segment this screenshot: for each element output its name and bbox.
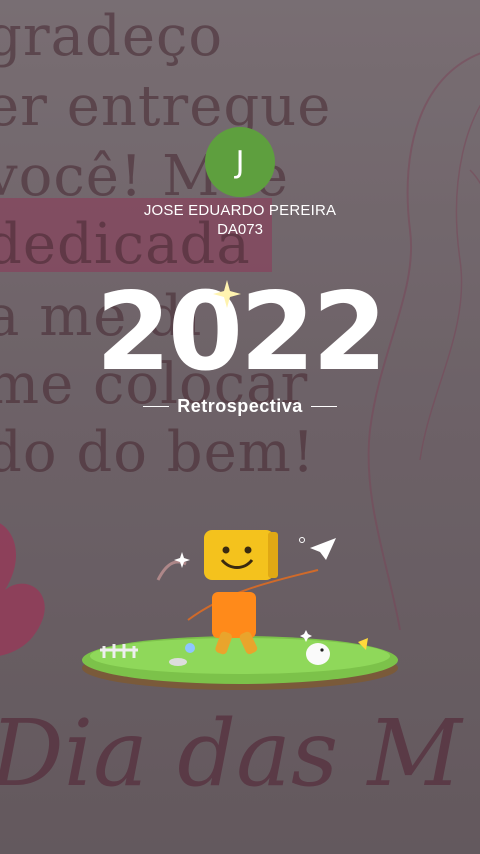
paper-plane-icon [310, 538, 336, 560]
user-id: DA073 [217, 221, 263, 238]
character-illustration [82, 530, 398, 690]
subtitle-row: Retrospectiva [0, 396, 480, 417]
divider-line [143, 405, 170, 408]
sparkle-icon [213, 280, 241, 308]
recap-subtitle: Retrospectiva [177, 396, 303, 416]
avatar[interactable]: J [205, 127, 275, 197]
divider-line [310, 405, 337, 408]
user-name: JOSE EDUARDO PEREIRA [143, 202, 337, 219]
